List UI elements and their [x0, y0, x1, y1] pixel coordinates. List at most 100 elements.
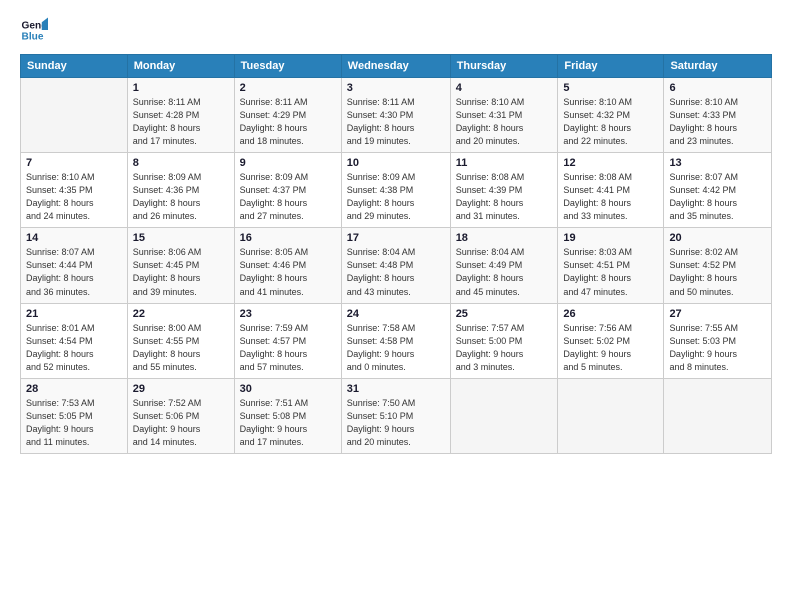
calendar-cell: 17 Sunrise: 8:04 AM Sunset: 4:48 PM Dayli…	[341, 228, 450, 303]
day-info: Sunrise: 8:00 AM Sunset: 4:55 PM Dayligh…	[133, 322, 229, 374]
day-info: Sunrise: 8:11 AM Sunset: 4:28 PM Dayligh…	[133, 96, 229, 148]
calendar-week-5: 28 Sunrise: 7:53 AM Sunset: 5:05 PM Dayli…	[21, 378, 772, 453]
day-number: 10	[347, 157, 445, 169]
day-info: Sunrise: 8:10 AM Sunset: 4:33 PM Dayligh…	[669, 96, 766, 148]
calendar-cell: 4 Sunrise: 8:10 AM Sunset: 4:31 PM Daylig…	[450, 78, 558, 153]
calendar-cell: 21 Sunrise: 8:01 AM Sunset: 4:54 PM Dayli…	[21, 303, 128, 378]
day-number: 24	[347, 308, 445, 320]
calendar-cell: 1 Sunrise: 8:11 AM Sunset: 4:28 PM Daylig…	[127, 78, 234, 153]
day-number: 30	[240, 383, 336, 395]
day-info: Sunrise: 8:07 AM Sunset: 4:44 PM Dayligh…	[26, 246, 122, 298]
logo-icon: General Blue	[20, 16, 48, 44]
calendar-cell: 2 Sunrise: 8:11 AM Sunset: 4:29 PM Daylig…	[234, 78, 341, 153]
day-number: 21	[26, 308, 122, 320]
calendar-cell: 9 Sunrise: 8:09 AM Sunset: 4:37 PM Daylig…	[234, 153, 341, 228]
day-number: 9	[240, 157, 336, 169]
calendar-cell: 27 Sunrise: 7:55 AM Sunset: 5:03 PM Dayli…	[664, 303, 772, 378]
day-info: Sunrise: 8:09 AM Sunset: 4:36 PM Dayligh…	[133, 171, 229, 223]
day-info: Sunrise: 7:53 AM Sunset: 5:05 PM Dayligh…	[26, 397, 122, 449]
col-header-monday: Monday	[127, 55, 234, 78]
calendar-cell: 23Sunrise: 7:59 AM Sunset: 4:57 PM Dayli…	[234, 303, 341, 378]
day-info: Sunrise: 8:08 AM Sunset: 4:39 PM Dayligh…	[456, 171, 553, 223]
day-number: 15	[133, 232, 229, 244]
calendar-cell: 3 Sunrise: 8:11 AM Sunset: 4:30 PM Daylig…	[341, 78, 450, 153]
calendar-cell: 19 Sunrise: 8:03 AM Sunset: 4:51 PM Dayli…	[558, 228, 664, 303]
day-number: 1	[133, 82, 229, 94]
day-number: 13	[669, 157, 766, 169]
col-header-wednesday: Wednesday	[341, 55, 450, 78]
calendar-cell: 10Sunrise: 8:09 AM Sunset: 4:38 PM Dayli…	[341, 153, 450, 228]
day-info: Sunrise: 7:51 AM Sunset: 5:08 PM Dayligh…	[240, 397, 336, 449]
calendar-cell: 15 Sunrise: 8:06 AM Sunset: 4:45 PM Dayli…	[127, 228, 234, 303]
day-info: Sunrise: 8:08 AM Sunset: 4:41 PM Dayligh…	[563, 171, 658, 223]
day-number: 27	[669, 308, 766, 320]
calendar-week-1: 1 Sunrise: 8:11 AM Sunset: 4:28 PM Daylig…	[21, 78, 772, 153]
day-number: 31	[347, 383, 445, 395]
calendar-cell: 25 Sunrise: 7:57 AM Sunset: 5:00 PM Dayli…	[450, 303, 558, 378]
day-info: Sunrise: 7:50 AM Sunset: 5:10 PM Dayligh…	[347, 397, 445, 449]
day-info: Sunrise: 8:03 AM Sunset: 4:51 PM Dayligh…	[563, 246, 658, 298]
calendar-table: SundayMondayTuesdayWednesdayThursdayFrid…	[20, 54, 772, 454]
calendar-week-2: 7 Sunrise: 8:10 AM Sunset: 4:35 PM Daylig…	[21, 153, 772, 228]
calendar-cell: 7 Sunrise: 8:10 AM Sunset: 4:35 PM Daylig…	[21, 153, 128, 228]
day-number: 14	[26, 232, 122, 244]
calendar-cell: 28 Sunrise: 7:53 AM Sunset: 5:05 PM Dayli…	[21, 378, 128, 453]
calendar-cell: 5 Sunrise: 8:10 AM Sunset: 4:32 PM Daylig…	[558, 78, 664, 153]
calendar-cell: 8Sunrise: 8:09 AM Sunset: 4:36 PM Daylig…	[127, 153, 234, 228]
day-info: Sunrise: 8:02 AM Sunset: 4:52 PM Dayligh…	[669, 246, 766, 298]
day-info: Sunrise: 8:04 AM Sunset: 4:49 PM Dayligh…	[456, 246, 553, 298]
day-number: 3	[347, 82, 445, 94]
page-header: General Blue	[20, 16, 772, 44]
day-number: 23	[240, 308, 336, 320]
col-header-sunday: Sunday	[21, 55, 128, 78]
calendar-cell: 13 Sunrise: 8:07 AM Sunset: 4:42 PM Dayli…	[664, 153, 772, 228]
day-info: Sunrise: 8:11 AM Sunset: 4:30 PM Dayligh…	[347, 96, 445, 148]
day-number: 2	[240, 82, 336, 94]
day-info: Sunrise: 8:06 AM Sunset: 4:45 PM Dayligh…	[133, 246, 229, 298]
day-info: Sunrise: 8:05 AM Sunset: 4:46 PM Dayligh…	[240, 246, 336, 298]
calendar-cell	[664, 378, 772, 453]
day-number: 17	[347, 232, 445, 244]
calendar-week-4: 21 Sunrise: 8:01 AM Sunset: 4:54 PM Dayli…	[21, 303, 772, 378]
day-number: 28	[26, 383, 122, 395]
day-number: 5	[563, 82, 658, 94]
calendar-cell: 30 Sunrise: 7:51 AM Sunset: 5:08 PM Dayli…	[234, 378, 341, 453]
calendar-cell: 11 Sunrise: 8:08 AM Sunset: 4:39 PM Dayli…	[450, 153, 558, 228]
day-number: 22	[133, 308, 229, 320]
day-number: 12	[563, 157, 658, 169]
day-info: Sunrise: 7:56 AM Sunset: 5:02 PM Dayligh…	[563, 322, 658, 374]
day-info: Sunrise: 8:04 AM Sunset: 4:48 PM Dayligh…	[347, 246, 445, 298]
day-number: 20	[669, 232, 766, 244]
day-number: 26	[563, 308, 658, 320]
day-info: Sunrise: 8:07 AM Sunset: 4:42 PM Dayligh…	[669, 171, 766, 223]
calendar-cell: 20 Sunrise: 8:02 AM Sunset: 4:52 PM Dayli…	[664, 228, 772, 303]
day-number: 19	[563, 232, 658, 244]
col-header-friday: Friday	[558, 55, 664, 78]
calendar-cell: 29Sunrise: 7:52 AM Sunset: 5:06 PM Dayli…	[127, 378, 234, 453]
day-number: 29	[133, 383, 229, 395]
day-number: 7	[26, 157, 122, 169]
calendar-week-3: 14 Sunrise: 8:07 AM Sunset: 4:44 PM Dayli…	[21, 228, 772, 303]
day-number: 16	[240, 232, 336, 244]
col-header-thursday: Thursday	[450, 55, 558, 78]
day-info: Sunrise: 8:10 AM Sunset: 4:32 PM Dayligh…	[563, 96, 658, 148]
svg-text:Blue: Blue	[22, 31, 44, 42]
calendar-cell: 14 Sunrise: 8:07 AM Sunset: 4:44 PM Dayli…	[21, 228, 128, 303]
day-number: 25	[456, 308, 553, 320]
day-info: Sunrise: 8:10 AM Sunset: 4:35 PM Dayligh…	[26, 171, 122, 223]
day-info: Sunrise: 7:55 AM Sunset: 5:03 PM Dayligh…	[669, 322, 766, 374]
calendar-cell	[450, 378, 558, 453]
col-header-saturday: Saturday	[664, 55, 772, 78]
day-info: Sunrise: 8:01 AM Sunset: 4:54 PM Dayligh…	[26, 322, 122, 374]
day-info: Sunrise: 8:09 AM Sunset: 4:37 PM Dayligh…	[240, 171, 336, 223]
day-number: 11	[456, 157, 553, 169]
logo: General Blue	[20, 16, 52, 44]
day-info: Sunrise: 8:10 AM Sunset: 4:31 PM Dayligh…	[456, 96, 553, 148]
day-number: 4	[456, 82, 553, 94]
day-info: Sunrise: 8:11 AM Sunset: 4:29 PM Dayligh…	[240, 96, 336, 148]
calendar-cell: 31 Sunrise: 7:50 AM Sunset: 5:10 PM Dayli…	[341, 378, 450, 453]
day-info: Sunrise: 7:57 AM Sunset: 5:00 PM Dayligh…	[456, 322, 553, 374]
day-number: 18	[456, 232, 553, 244]
day-info: Sunrise: 7:58 AM Sunset: 4:58 PM Dayligh…	[347, 322, 445, 374]
calendar-cell: 24 Sunrise: 7:58 AM Sunset: 4:58 PM Dayli…	[341, 303, 450, 378]
